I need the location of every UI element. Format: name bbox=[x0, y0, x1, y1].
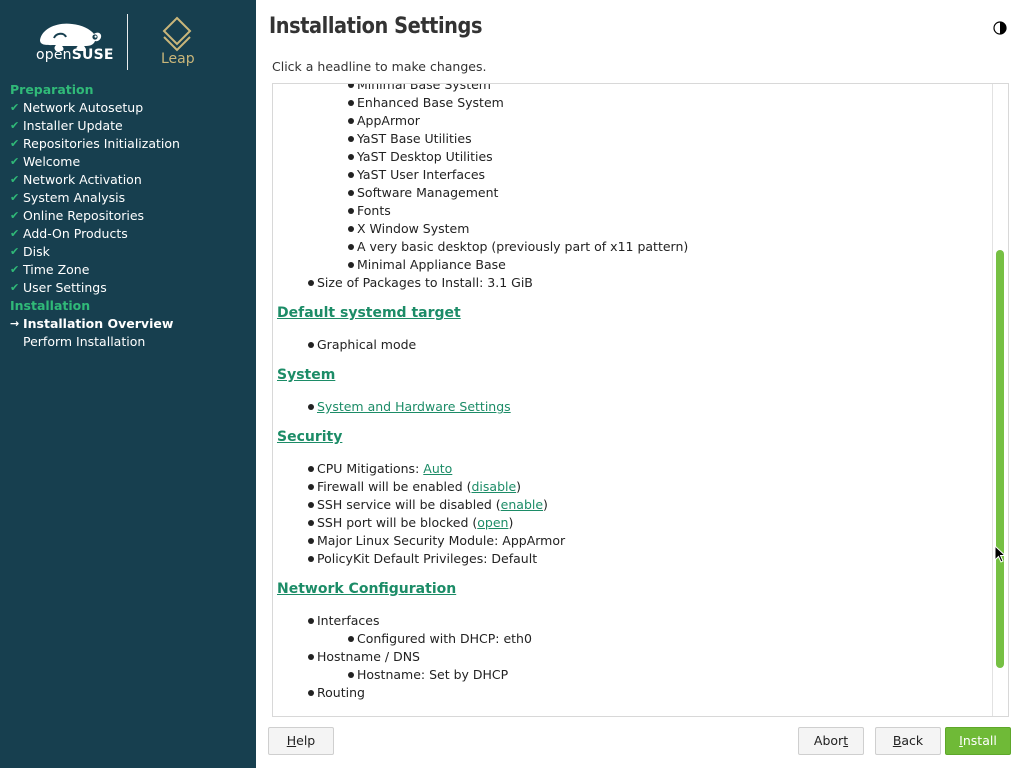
routing-item: Routing bbox=[273, 684, 993, 702]
checkmark-icon: ✔ bbox=[10, 101, 20, 114]
help-button[interactable]: Help bbox=[268, 727, 334, 755]
checkmark-icon: ✔ bbox=[10, 281, 20, 294]
cpu-mitigations-link[interactable]: Auto bbox=[423, 461, 452, 476]
system-item: System and Hardware Settings bbox=[273, 398, 993, 416]
opensuse-wordmark: openSUSE bbox=[36, 47, 114, 63]
ssh-port-open-link[interactable]: open bbox=[477, 515, 508, 530]
step-online-repositories: ✔ Online Repositories bbox=[10, 208, 145, 223]
section-installation: Installation bbox=[10, 298, 91, 313]
interfaces-item: Interfaces bbox=[273, 612, 993, 630]
pattern-item: A very basic desktop (previously part of… bbox=[273, 238, 993, 256]
checkmark-icon: ✔ bbox=[10, 263, 20, 276]
step-perform-installation: Perform Installation bbox=[23, 334, 146, 349]
system-hardware-settings-link[interactable]: System and Hardware Settings bbox=[317, 399, 511, 414]
pattern-item: Minimal Appliance Base bbox=[273, 256, 993, 274]
step-disk: ✔ Disk bbox=[10, 244, 50, 259]
security-module-item: Major Linux Security Module: AppArmor bbox=[273, 532, 993, 550]
section-preparation: Preparation bbox=[10, 82, 94, 97]
firewall-item: Firewall will be enabled (disable) bbox=[273, 478, 993, 496]
step-installation-overview: → Installation Overview bbox=[10, 316, 174, 331]
heading-network-configuration[interactable]: Network Configuration bbox=[273, 578, 993, 600]
logo-divider bbox=[127, 14, 128, 70]
leap-diamond-logo bbox=[162, 16, 192, 52]
step-installer-update: ✔ Installer Update bbox=[10, 118, 123, 133]
step-network-autosetup: ✔ Network Autosetup bbox=[10, 100, 144, 115]
step-user-settings: ✔ User Settings bbox=[10, 280, 107, 295]
logo-area: openSUSE Leap bbox=[0, 0, 256, 80]
hostname-item: Hostname: Set by DHCP bbox=[273, 666, 993, 684]
ssh-service-enable-link[interactable]: enable bbox=[501, 497, 543, 512]
installation-steps: Preparation ✔ Network Autosetup ✔ Installe… bbox=[10, 81, 254, 351]
pattern-item: Software Management bbox=[273, 184, 993, 202]
packages-size: Size of Packages to Install: 3.1 GiB bbox=[273, 274, 993, 292]
checkmark-icon: ✔ bbox=[10, 191, 20, 204]
main-panel: Installation Settings Click a headline t… bbox=[256, 0, 1024, 768]
step-system-analysis: ✔ System Analysis bbox=[10, 190, 126, 205]
pattern-item: Minimal Base System bbox=[273, 84, 993, 94]
systemd-target-value: Graphical mode bbox=[273, 336, 993, 354]
page-title: Installation Settings bbox=[269, 14, 483, 39]
checkmark-icon: ✔ bbox=[10, 245, 20, 258]
polkit-item: PolicyKit Default Privileges: Default bbox=[273, 550, 993, 568]
step-welcome: ✔ Welcome bbox=[10, 154, 81, 169]
pattern-item: X Window System bbox=[273, 220, 993, 238]
checkmark-icon: ✔ bbox=[10, 227, 20, 240]
step-repositories-initialization: ✔ Repositories Initialization bbox=[10, 136, 180, 151]
sidebar: openSUSE Leap Preparation ✔ Network Autos… bbox=[0, 0, 256, 768]
hint-text: Click a headline to make changes. bbox=[272, 59, 487, 74]
pattern-item: Fonts bbox=[273, 202, 993, 220]
pattern-item: YaST Base Utilities bbox=[273, 130, 993, 148]
back-button[interactable]: Back bbox=[875, 727, 941, 755]
pattern-item: YaST Desktop Utilities bbox=[273, 148, 993, 166]
checkmark-icon: ✔ bbox=[10, 209, 20, 222]
firewall-disable-link[interactable]: disable bbox=[471, 479, 516, 494]
hostname-dns-item: Hostname / DNS bbox=[273, 648, 993, 666]
installation-summary[interactable]: Minimal Base System Enhanced Base System… bbox=[272, 83, 1009, 717]
vertical-scrollbar[interactable] bbox=[992, 84, 1008, 716]
scrollbar-thumb[interactable] bbox=[996, 250, 1004, 668]
dhcp-item: Configured with DHCP: eth0 bbox=[273, 630, 993, 648]
ssh-port-item: SSH port will be blocked (open) bbox=[273, 514, 993, 532]
ssh-service-item: SSH service will be disabled (enable) bbox=[273, 496, 993, 514]
checkmark-icon: ✔ bbox=[10, 119, 20, 132]
cpu-mitigations-item: CPU Mitigations: Auto bbox=[273, 460, 993, 478]
mouse-pointer-icon bbox=[994, 545, 1006, 563]
step-network-activation: ✔ Network Activation bbox=[10, 172, 142, 187]
arrow-right-icon: → bbox=[10, 317, 20, 330]
checkmark-icon: ✔ bbox=[10, 173, 20, 186]
heading-default-systemd-target[interactable]: Default systemd target bbox=[273, 302, 993, 324]
checkmark-icon: ✔ bbox=[10, 155, 20, 168]
checkmark-icon: ✔ bbox=[10, 137, 20, 150]
heading-security[interactable]: Security bbox=[273, 426, 993, 448]
heading-system[interactable]: System bbox=[273, 364, 993, 386]
abort-button[interactable]: Abort bbox=[798, 727, 864, 755]
theme-toggle-icon[interactable] bbox=[992, 20, 1008, 36]
pattern-item: Enhanced Base System bbox=[273, 94, 993, 112]
pattern-item: AppArmor bbox=[273, 112, 993, 130]
leap-wordmark: Leap bbox=[161, 51, 195, 67]
install-button[interactable]: Install bbox=[945, 727, 1011, 755]
pattern-item: YaST User Interfaces bbox=[273, 166, 993, 184]
step-time-zone: ✔ Time Zone bbox=[10, 262, 90, 277]
summary-content: Minimal Base System Enhanced Base System… bbox=[273, 84, 993, 702]
step-add-on-products: ✔ Add-On Products bbox=[10, 226, 128, 241]
